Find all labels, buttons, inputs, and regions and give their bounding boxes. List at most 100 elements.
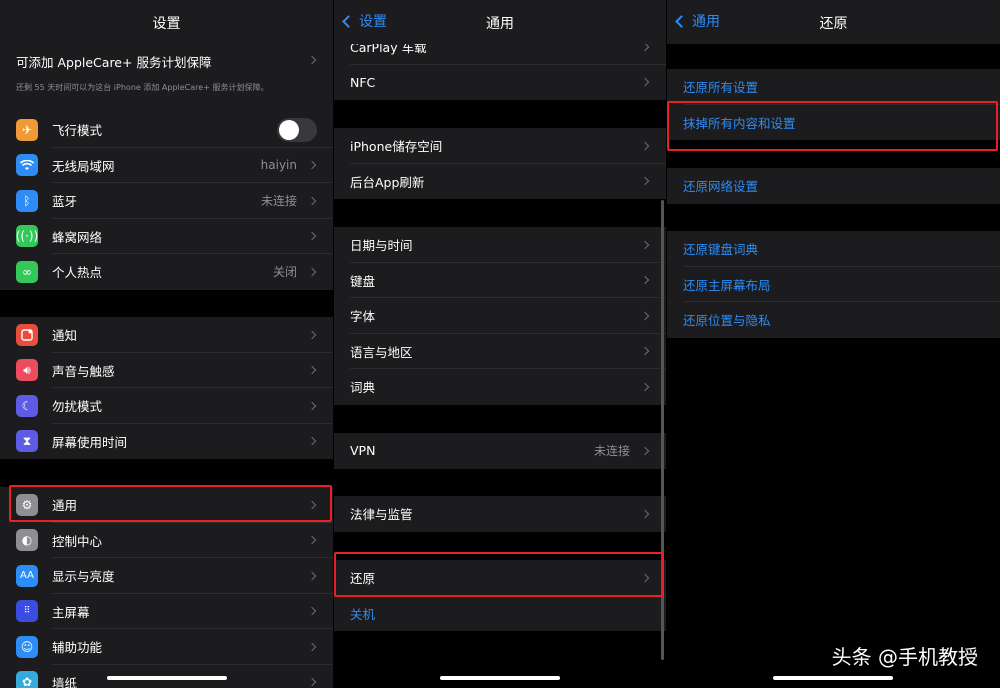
general-item-language[interactable]: 语言与地区 — [334, 334, 666, 369]
settings-item-accessibility[interactable]: ☺ 辅助功能 — [0, 629, 333, 665]
settings-item-label: 勿扰模式 — [52, 399, 103, 415]
general-item-vpn[interactable]: VPN 未连接 — [334, 433, 666, 469]
general-item-label: VPN — [350, 443, 376, 459]
settings-item-label: 主屏幕 — [52, 604, 90, 620]
settings-panel: 设置 可添加 AppleCare+ 服务计划保障 还剩 55 天时间可以为这台 … — [0, 0, 333, 688]
settings-item-screentime[interactable]: ⧗ 屏幕使用时间 — [0, 424, 333, 460]
general-item-dictionary[interactable]: 词典 — [334, 369, 666, 405]
chevron-right-icon — [640, 347, 650, 356]
general-item-reset[interactable]: 还原 — [334, 560, 666, 596]
general-item-shutdown[interactable]: 关机 — [334, 596, 666, 632]
chevron-right-icon — [640, 177, 650, 186]
general-group: ⚙ 通用 ◐ 控制中心 AA 显示与亮度 ⠿ 主屏幕 ☺ 辅助功能 ✿ 墙纸 — [0, 487, 333, 688]
reset-item-label: 还原主屏幕布局 — [683, 277, 771, 293]
nav-bar: 设置 通用 — [334, 0, 666, 44]
settings-item-notifications[interactable]: 通知 — [0, 317, 333, 353]
settings-item-cellular[interactable]: ((·)) 蜂窝网络 — [0, 219, 333, 254]
reset-panel: 通用 还原 还原所有设置 抹掉所有内容和设置 还原网络设置 还原键盘词典 还原主… — [667, 0, 1000, 688]
chevron-right-icon — [640, 240, 650, 249]
settings-item-hotspot[interactable]: ∞ 个人热点 关闭 — [0, 254, 333, 290]
chevron-right-icon — [307, 366, 317, 375]
legal-group: 法律与监管 — [334, 496, 666, 532]
chevron-right-icon — [640, 382, 650, 391]
settings-item-label: 蜂窝网络 — [52, 229, 103, 245]
hotspot-value: 关闭 — [272, 265, 297, 280]
settings-item-label: 辅助功能 — [52, 640, 103, 656]
settings-item-wifi[interactable]: 无线局域网 haiyin — [0, 148, 333, 183]
settings-item-dnd[interactable]: ☾ 勿扰模式 — [0, 388, 333, 424]
page-title: 还原 — [819, 16, 848, 32]
general-item-background-refresh[interactable]: 后台App刷新 — [334, 164, 666, 200]
settings-item-label: 通用 — [52, 498, 78, 514]
wifi-icon — [16, 154, 38, 177]
reset-network-settings[interactable]: 还原网络设置 — [667, 168, 1000, 204]
settings-item-home-screen[interactable]: ⠿ 主屏幕 — [0, 594, 333, 629]
chevron-right-icon — [640, 276, 650, 285]
airplane-toggle[interactable] — [277, 117, 317, 142]
reset-home-screen[interactable]: 还原主屏幕布局 — [667, 267, 1000, 302]
chevron-right-icon — [307, 196, 317, 205]
general-item-keyboard[interactable]: 键盘 — [334, 263, 666, 298]
control-center-icon: ◐ — [16, 529, 38, 552]
settings-item-label: 个人热点 — [52, 265, 103, 281]
general-item-label: 后台App刷新 — [350, 174, 425, 190]
storage-group: iPhone储存空间 后台App刷新 — [334, 128, 666, 199]
applecare-banner[interactable]: 可添加 AppleCare+ 服务计划保障 还剩 55 天时间可以为这台 iPh… — [0, 44, 333, 112]
vpn-value: 未连接 — [593, 444, 630, 459]
settings-item-general[interactable]: ⚙ 通用 — [0, 487, 333, 523]
home-indicator — [440, 676, 560, 680]
chevron-right-icon — [307, 607, 317, 616]
general-item-legal[interactable]: 法律与监管 — [334, 496, 666, 532]
chevron-right-icon — [307, 437, 317, 446]
chevron-right-icon — [640, 141, 650, 150]
nav-bar: 设置 — [0, 0, 333, 44]
wifi-value: haiyin — [260, 158, 297, 173]
reset-item-label: 还原键盘词典 — [683, 242, 759, 258]
moon-icon: ☾ — [16, 394, 38, 417]
settings-item-bluetooth[interactable]: ᛒ 蓝牙 未连接 — [0, 183, 333, 219]
general-item-label: 键盘 — [350, 273, 376, 289]
airplane-icon: ✈ — [16, 118, 38, 141]
reset-group: 还原 关机 — [334, 560, 666, 631]
chevron-right-icon — [307, 500, 317, 509]
settings-item-label: 蓝牙 — [52, 194, 78, 210]
reset-all-group: 还原所有设置 抹掉所有内容和设置 — [667, 69, 1000, 140]
wallpaper-icon: ✿ — [16, 671, 38, 688]
general-item-fonts[interactable]: 字体 — [334, 298, 666, 334]
home-indicator — [107, 676, 227, 680]
reset-keyboard-dictionary[interactable]: 还原键盘词典 — [667, 231, 1000, 267]
page-title: 设置 — [152, 16, 181, 32]
settings-item-airplane[interactable]: ✈ 飞行模式 — [0, 112, 333, 148]
general-item-label: 日期与时间 — [350, 238, 413, 254]
sound-icon: 🔊︎ — [16, 359, 38, 382]
general-item-storage[interactable]: iPhone储存空间 — [334, 128, 666, 164]
settings-item-sounds[interactable]: 🔊︎ 声音与触感 — [0, 353, 333, 388]
settings-item-label: 声音与触感 — [52, 363, 115, 379]
general-item-label: 词典 — [350, 380, 376, 396]
notifications-group: 通知 🔊︎ 声音与触感 ☾ 勿扰模式 ⧗ 屏幕使用时间 — [0, 317, 333, 459]
applecare-title: 可添加 AppleCare+ 服务计划保障 — [16, 55, 212, 70]
settings-item-control-center[interactable]: ◐ 控制中心 — [0, 523, 333, 558]
reset-location-privacy[interactable]: 还原位置与隐私 — [667, 302, 1000, 338]
general-item-datetime[interactable]: 日期与时间 — [334, 227, 666, 263]
reset-item-label: 还原位置与隐私 — [683, 313, 771, 329]
chevron-right-icon — [307, 536, 317, 545]
chevron-right-icon — [307, 678, 317, 687]
settings-item-display[interactable]: AA 显示与亮度 — [0, 558, 333, 594]
reset-all-settings[interactable]: 还原所有设置 — [667, 69, 1000, 105]
erase-all-content[interactable]: 抹掉所有内容和设置 — [667, 105, 1000, 141]
bluetooth-icon: ᛒ — [16, 189, 38, 212]
general-item-nfc[interactable]: NFC — [334, 65, 666, 101]
scrollbar[interactable] — [661, 200, 664, 660]
hotspot-icon: ∞ — [16, 260, 38, 283]
chevron-right-icon — [307, 330, 317, 339]
datetime-group: 日期与时间 键盘 字体 语言与地区 词典 — [334, 227, 666, 405]
reset-misc-group: 还原键盘词典 还原主屏幕布局 还原位置与隐私 — [667, 231, 1000, 338]
general-panel: CarPlay 车载 NFC 设置 通用 iPhone储存空间 后台App刷新 … — [334, 0, 666, 688]
vpn-group: VPN 未连接 — [334, 433, 666, 469]
notifications-icon — [16, 323, 38, 346]
reset-item-label: 还原所有设置 — [683, 80, 759, 96]
reset-item-label: 抹掉所有内容和设置 — [683, 115, 796, 131]
general-item-label: 还原 — [350, 571, 376, 587]
chevron-right-icon — [307, 267, 317, 276]
